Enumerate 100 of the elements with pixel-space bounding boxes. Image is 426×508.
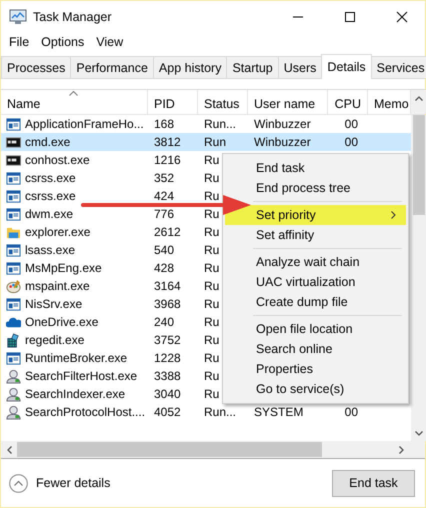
process-name: regedit.exe [25,333,84,347]
pid-cell-text: 3812 [153,135,182,149]
window-icon [6,242,21,258]
chevron-up-circle-icon[interactable] [9,474,28,492]
table-row[interactable]: cmd.exe 3812 Run Winbuzzer 00 [1,133,411,151]
window-icon [6,170,21,186]
pid-cell-text: 240 [153,315,176,329]
menu-item[interactable]: Open file location [225,319,406,339]
status-cell-text: Ru [203,225,220,239]
column-header[interactable]: CPU [328,90,368,114]
menu-item[interactable]: Properties [225,359,406,379]
table-row[interactable]: SearchProtocolHost.... 4052 Run... SYSTEM 00 [1,403,411,421]
status-cell-text: Ru [203,297,220,311]
process-name: csrss.exe [25,189,76,203]
process-name: RuntimeBroker.exe [25,351,128,365]
menu-item[interactable]: Options [35,35,90,49]
column-header[interactable]: Name [1,90,148,114]
close-icon[interactable] [396,10,408,22]
pid-cell-text: 4052 [153,405,182,419]
menu-item[interactable]: End process tree [225,178,406,198]
window-icon [6,206,21,222]
menu-item[interactable]: Analyze wait chain [225,252,406,272]
menu-item[interactable]: Create dump file [225,292,406,312]
process-name: SearchIndexer.exe [25,387,126,401]
window-icon [6,260,21,276]
pid-cell-text: 3752 [153,333,182,347]
tab[interactable]: Startup [226,56,279,78]
cpu-cell-text: 00 [344,117,359,131]
fewer-details-button[interactable]: Fewer details [9,474,110,492]
status-cell-text: Ru [203,243,220,257]
pid-cell-text: 428 [153,261,176,275]
monitor-icon [9,8,27,24]
status-cell-text: Ru [203,261,220,275]
maximize-icon[interactable] [344,10,356,22]
process-name: explorer.exe [25,225,90,239]
status-cell-text: Run... [203,405,238,419]
process-name: dwm.exe [25,207,74,221]
status-cell-text: Ru [203,279,220,293]
scrollbar-thumb[interactable] [17,442,322,457]
process-name: SearchProtocolHost.... [25,405,146,419]
status-cell-text: Ru [203,315,220,329]
process-name: MsMpEng.exe [25,261,102,275]
tab[interactable]: Services [370,56,426,78]
person-search-icon [6,386,21,402]
window-title: Task Manager [33,10,113,24]
process-name: ApplicationFrameHo... [25,117,144,131]
process-name: cmd.exe [25,135,70,149]
user-cell-text: SYSTEM [253,405,304,419]
pid-cell-text: 540 [153,243,176,257]
scrollbar-thumb[interactable] [413,115,425,215]
status-cell-text: Ru [203,171,220,185]
window-icon [6,188,21,204]
tab[interactable]: Performance [70,56,154,78]
pid-cell-text: 424 [153,189,176,203]
console-icon [6,134,21,150]
user-cell-text: Winbuzzer [253,135,312,149]
menu-item[interactable]: Set priority [225,205,406,225]
user-cell-text: Winbuzzer [253,117,312,131]
cubes-icon [6,332,21,348]
pid-cell-text: 3388 [153,369,182,383]
menu-item[interactable]: Go to service(s) [225,379,406,399]
status-cell-text: Ru [203,153,220,167]
pid-cell-text: 1216 [153,153,182,167]
process-name: mspaint.exe [25,279,90,293]
window-icon [6,116,21,132]
menu-item[interactable]: View [90,35,130,49]
table-row[interactable]: ApplicationFrameHo... 168 Run... Winbuzzer 00 [1,115,411,133]
end-task-button[interactable]: End task [332,470,415,496]
process-name: OneDrive.exe [25,315,98,329]
status-cell-text: Ru [203,387,220,401]
column-header[interactable]: User name [248,90,328,114]
window-icon [6,350,21,366]
status-cell-text: Run [203,135,228,149]
process-name: conhost.exe [25,153,90,167]
menu-item[interactable]: UAC virtualization [225,272,406,292]
person-search-icon [6,368,21,384]
tab[interactable]: Users [278,56,322,78]
tab[interactable]: Processes [1,56,72,78]
pid-cell-text: 352 [153,171,176,185]
column-header[interactable]: PID [148,90,198,114]
status-cell-text: Ru [203,207,220,221]
column-header[interactable]: Status [198,90,248,114]
menu-item[interactable]: End task [225,158,406,178]
menu-item[interactable]: File [3,35,36,49]
process-name: SearchFilterHost.exe [25,369,138,383]
menu-item[interactable]: Set affinity [225,225,406,245]
menu-item[interactable]: Search online [225,339,406,359]
status-cell-text: Ru [203,369,220,383]
person-search-icon [6,404,21,420]
sort-caret-icon [69,91,78,96]
process-name: lsass.exe [25,243,76,257]
tab[interactable]: Details [321,54,372,79]
palette-icon [6,278,21,294]
pid-cell-text: 3968 [153,297,182,311]
pid-cell-text: 3040 [153,387,182,401]
tab[interactable]: App history [152,56,228,78]
pid-cell-text: 2612 [153,225,182,239]
cpu-cell-text: 00 [344,135,359,149]
window-icon [6,296,21,312]
status-cell-text: Ru [203,351,220,365]
